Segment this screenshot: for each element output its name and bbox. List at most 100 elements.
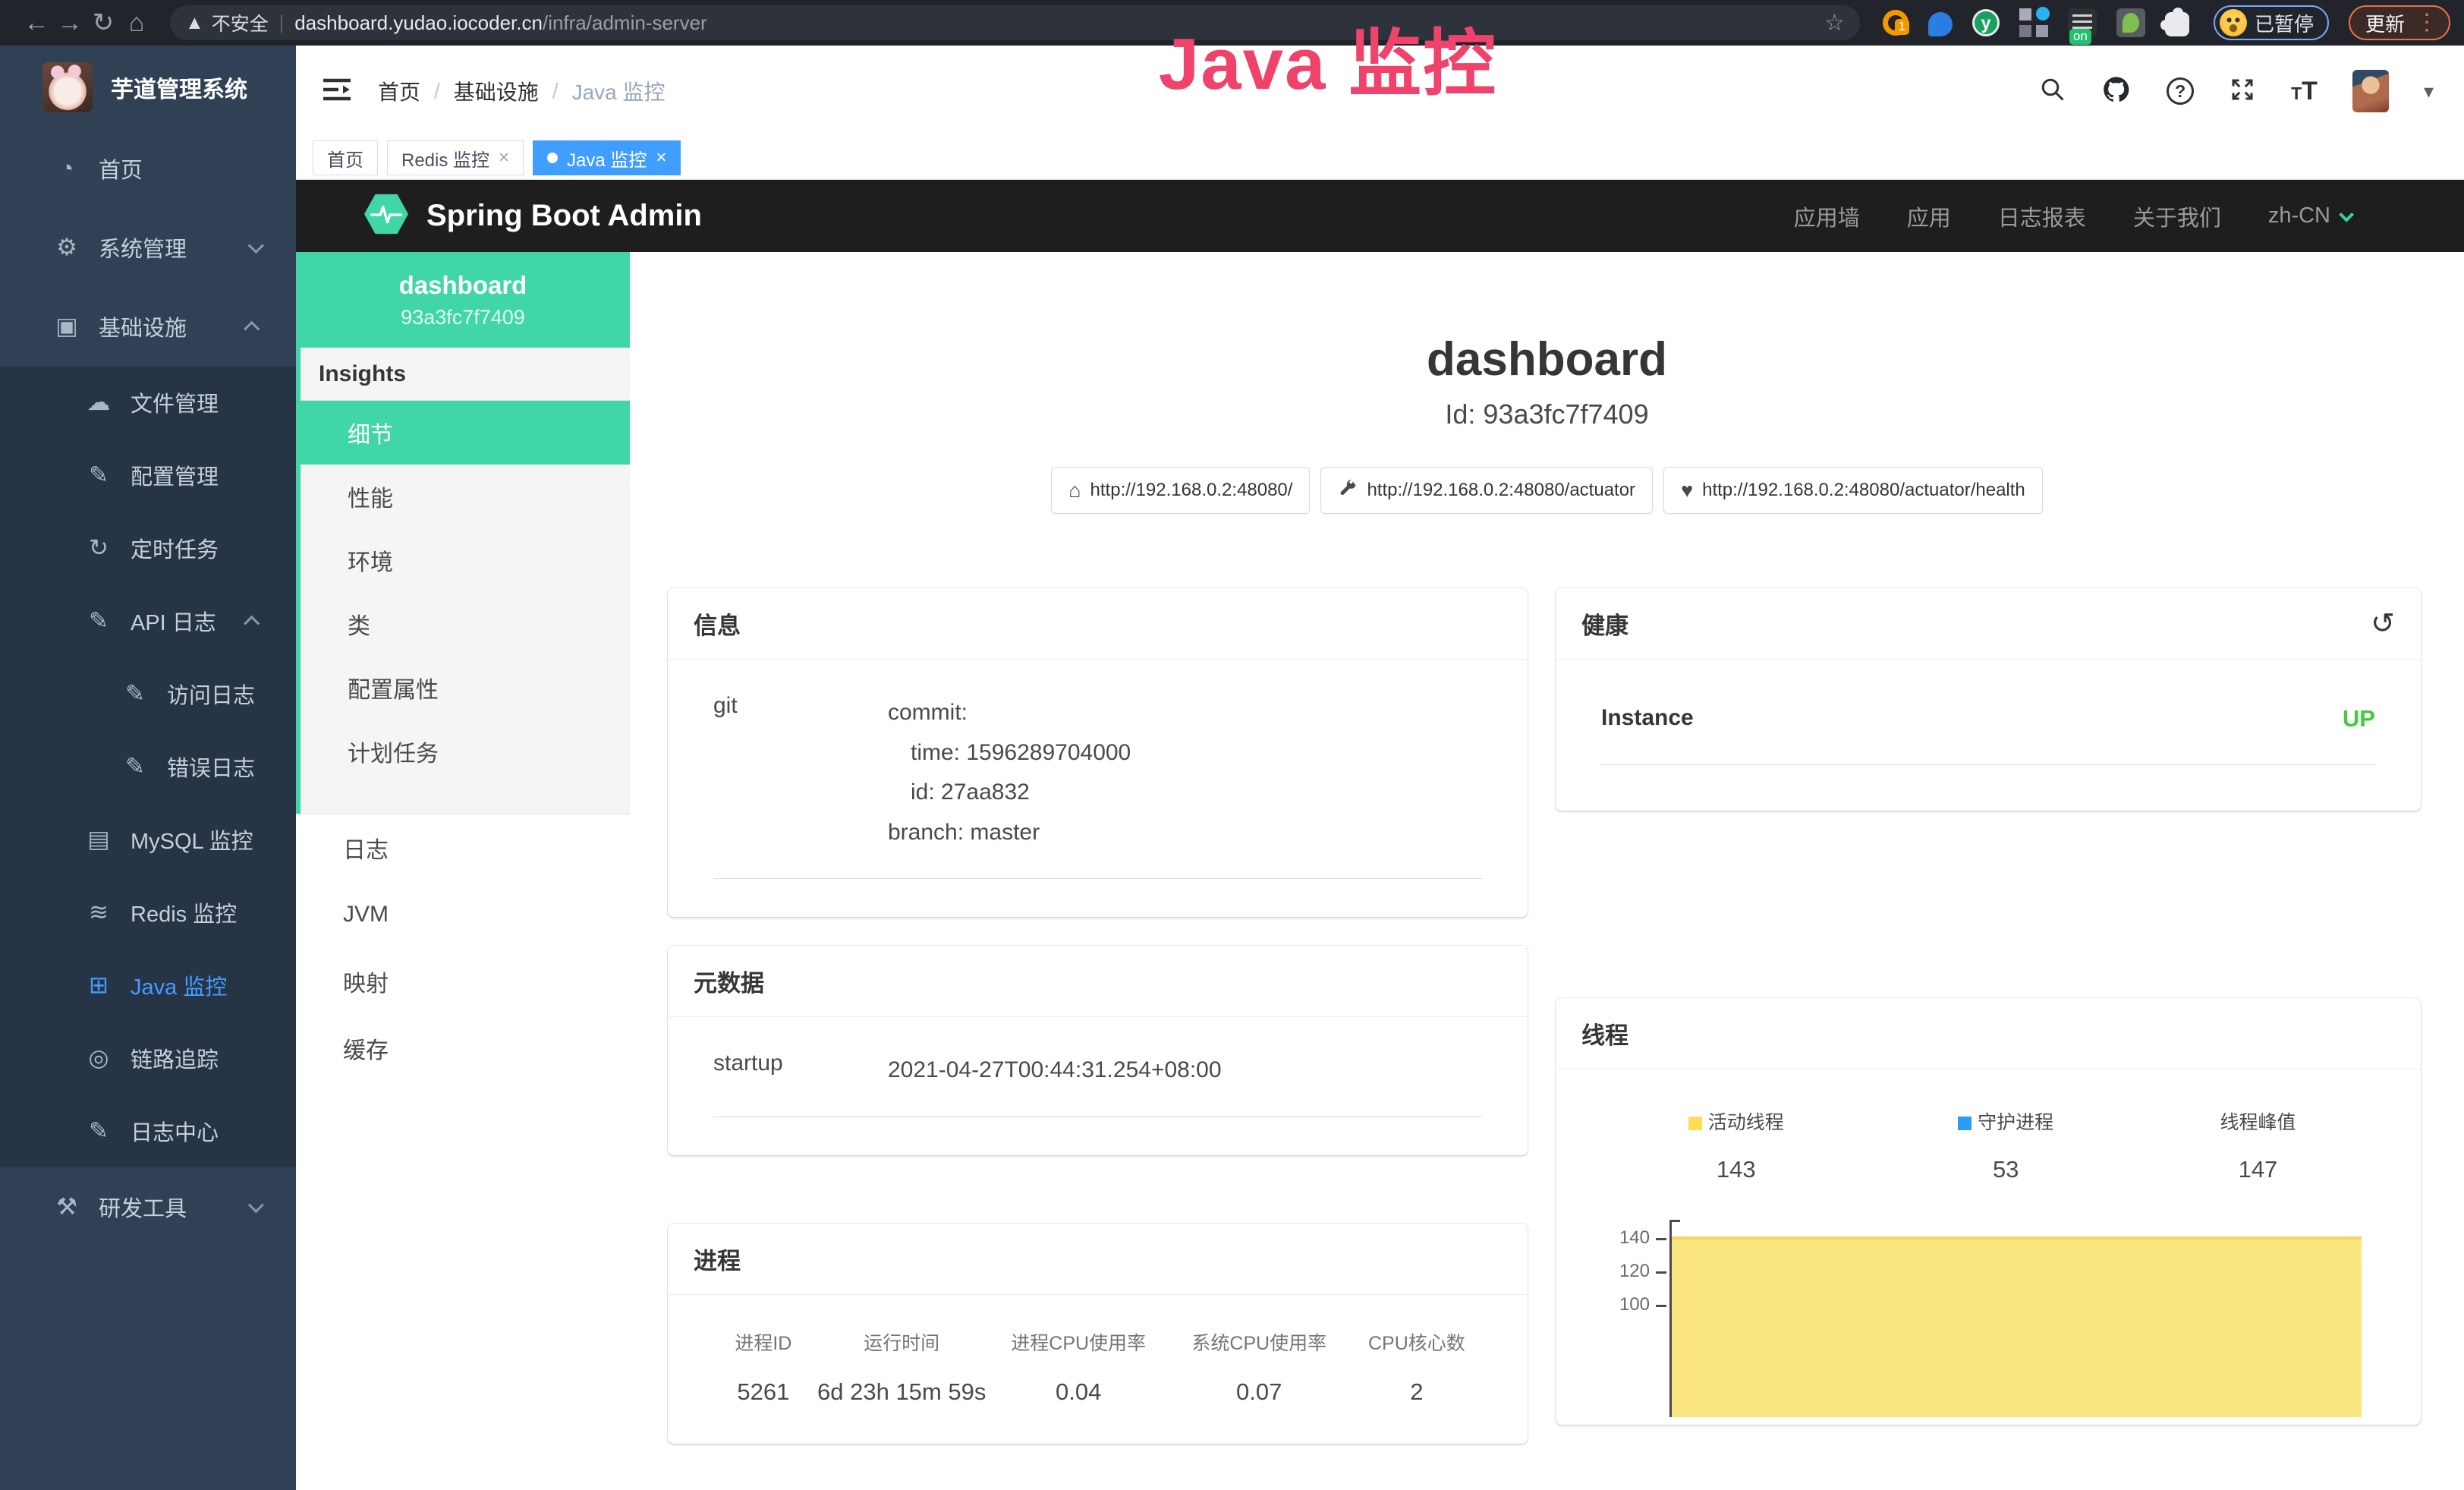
- process-card: 进程 进程ID 运行时间 进程CPU使用率 系统CPU使用率 CPU核心数 52…: [668, 1224, 1528, 1444]
- update-button[interactable]: 更新 ⋮: [2349, 5, 2450, 40]
- sidebar-submenu-infra: ☁ 文件管理 ✎ 配置管理 ↻ 定时任务 ✎ API 日志 ✎ 访问日志 ✎: [0, 366, 296, 1167]
- extension-pin-icon[interactable]: [1928, 12, 1953, 36]
- extension-on-icon[interactable]: [2068, 8, 2097, 37]
- document-icon: ✎: [115, 753, 155, 780]
- sidebar-item-files[interactable]: ☁ 文件管理: [0, 366, 296, 439]
- y-tick-140: 140: [1601, 1227, 1650, 1249]
- sba-sidebar: dashboard 93a3fc7f7409 Insights 细节 性能 环境…: [296, 252, 630, 1490]
- sba-instance-header[interactable]: dashboard 93a3fc7f7409: [296, 252, 630, 348]
- instance-actuator-link[interactable]: http://192.168.0.2:48080/actuator: [1320, 467, 1653, 514]
- extensions-puzzle-icon[interactable]: [2165, 12, 2189, 36]
- extension-orange-icon[interactable]: 1: [1883, 10, 1909, 36]
- reload-icon[interactable]: ↻: [87, 8, 120, 38]
- sba-language-select[interactable]: zh-CN: [2268, 203, 2350, 228]
- sidebar-item-java-monitor[interactable]: ⊞ Java 监控: [0, 949, 296, 1022]
- tag-tabs-bar: 首页 Redis 监控 × Java 监控 ×: [296, 137, 2464, 180]
- instance-id: 93a3fc7f7409: [401, 306, 525, 329]
- tab-redis-monitor[interactable]: Redis 监控 ×: [387, 140, 524, 175]
- sba-nav-scheduled-tasks[interactable]: 计划任务: [301, 720, 630, 783]
- health-key: Instance: [1601, 705, 1776, 732]
- profile-paused-pill[interactable]: 已暂停: [2214, 5, 2329, 40]
- legend-daemon-threads: 守护进程 53: [1871, 1107, 2140, 1183]
- y-tick-100: 100: [1601, 1294, 1650, 1315]
- sba-nav-caches[interactable]: 缓存: [296, 1015, 630, 1082]
- sidebar-item-infra[interactable]: ▣ 基础设施: [0, 287, 296, 366]
- user-menu-caret-icon[interactable]: ▾: [2424, 80, 2434, 103]
- sidebar-item-api-log[interactable]: ✎ API 日志: [0, 584, 296, 657]
- home-icon[interactable]: ⌂: [120, 8, 153, 38]
- sidebar-item-tracing[interactable]: ◎ 链路追踪: [0, 1022, 296, 1095]
- sidebar-item-error-log[interactable]: ✎ 错误日志: [0, 730, 296, 803]
- breadcrumb-home[interactable]: 首页: [378, 76, 420, 106]
- github-icon[interactable]: [2101, 74, 2132, 109]
- sba-frame: Spring Boot Admin 应用墙 应用 日志报表 关于我们 zh-CN: [296, 180, 2464, 1490]
- sba-brand[interactable]: Spring Boot Admin: [363, 192, 702, 240]
- sba-nav-details[interactable]: 细节: [296, 401, 630, 465]
- close-icon[interactable]: ×: [499, 147, 509, 169]
- health-card-title: 健康: [1581, 606, 1629, 641]
- sidebar-item-home[interactable]: ◔ 首页: [0, 129, 296, 208]
- instance-links: ⌂ http://192.168.0.2:48080/ http://192.1…: [630, 467, 2464, 514]
- sba-nav-applications[interactable]: 应用: [1907, 200, 1951, 232]
- document-icon: ✎: [79, 1117, 118, 1145]
- page-title: dashboard: [630, 332, 2464, 386]
- sidebar-item-system[interactable]: ⚙ 系统管理: [0, 208, 296, 287]
- metadata-key: startup: [713, 1051, 888, 1091]
- sba-nav-metrics[interactable]: 性能: [301, 465, 630, 528]
- sidebar-item-mysql[interactable]: ▤ MySQL 监控: [0, 803, 296, 876]
- sba-nav-mappings[interactable]: 映射: [296, 948, 630, 1015]
- app-logo[interactable]: 芋道管理系统: [0, 46, 296, 129]
- sidebar-item-devtools[interactable]: ⚒ 研发工具: [0, 1167, 296, 1246]
- sba-nav-jvm[interactable]: JVM: [296, 881, 630, 948]
- log-icon: ✎: [79, 607, 118, 635]
- sba-nav-wallboard[interactable]: 应用墙: [1794, 200, 1860, 232]
- process-table: 进程ID 运行时间 进程CPU使用率 系统CPU使用率 CPU核心数 5261 …: [713, 1328, 1482, 1406]
- user-avatar[interactable]: [2352, 70, 2389, 112]
- sba-nav-environment[interactable]: 环境: [301, 528, 630, 592]
- address-divider: |: [279, 12, 285, 34]
- document-icon: ✎: [115, 680, 155, 707]
- sidebar-fold-icon[interactable]: [322, 77, 352, 106]
- instance-name: dashboard: [399, 271, 527, 300]
- browser-menu-icon[interactable]: ⋮: [2415, 11, 2438, 34]
- instance-home-link[interactable]: ⌂ http://192.168.0.2:48080/: [1051, 467, 1310, 514]
- sidebar-item-log-center[interactable]: ✎ 日志中心: [0, 1095, 296, 1167]
- legend-peak-threads: 线程峰值 147: [2141, 1107, 2375, 1183]
- extension-y-icon[interactable]: y: [1972, 9, 2000, 36]
- tab-home[interactable]: 首页: [313, 140, 378, 175]
- cards-right-column: 健康 ↺ Instance UP: [1556, 588, 2421, 1425]
- breadcrumb-infra[interactable]: 基础设施: [454, 76, 539, 106]
- sba-nav-configprops[interactable]: 配置属性: [301, 656, 630, 720]
- bookmark-star-icon[interactable]: ☆: [1824, 10, 1845, 36]
- chevron-down-icon: [248, 238, 264, 254]
- sba-nav-journal[interactable]: 日志报表: [1998, 200, 2086, 232]
- extension-leaf-icon[interactable]: [2116, 8, 2145, 37]
- sidebar-item-redis[interactable]: ≋ Redis 监控: [0, 876, 296, 949]
- legend-swatch-yellow: [1688, 1117, 1702, 1130]
- font-size-icon[interactable]: TT: [2291, 77, 2318, 106]
- process-value-proc-cpu: 0.04: [990, 1378, 1167, 1406]
- back-icon[interactable]: ←: [20, 8, 53, 38]
- search-icon[interactable]: [2039, 76, 2066, 107]
- legend-live-threads: 活动线程 143: [1601, 1107, 1871, 1183]
- address-bar[interactable]: ▲ 不安全 | dashboard.yudao.iocoder.cn /infr…: [170, 5, 1860, 40]
- sba-insights-group: Insights 细节 性能 环境 类 配置属性 计划任务: [296, 348, 630, 814]
- security-label[interactable]: 不安全: [212, 9, 269, 36]
- instance-health-link[interactable]: ♥ http://192.168.0.2:48080/actuator/heal…: [1663, 467, 2043, 514]
- help-icon[interactable]: ?: [2167, 77, 2194, 105]
- sba-nav-logs[interactable]: 日志: [296, 814, 630, 881]
- forward-icon[interactable]: →: [53, 8, 87, 38]
- tab-java-monitor[interactable]: Java 监控 ×: [533, 140, 681, 175]
- extension-grid-icon[interactable]: [2019, 8, 2048, 37]
- sba-nav-about[interactable]: 关于我们: [2133, 200, 2221, 232]
- fullscreen-icon[interactable]: [2229, 76, 2256, 107]
- sidebar-item-jobs[interactable]: ↻ 定时任务: [0, 512, 296, 584]
- sidebar-item-config[interactable]: ✎ 配置管理: [0, 439, 296, 512]
- health-status-badge: UP: [2343, 705, 2375, 732]
- close-icon[interactable]: ×: [656, 147, 666, 169]
- sba-nav-classes[interactable]: 类: [301, 592, 630, 656]
- history-icon[interactable]: ↺: [2371, 610, 2395, 638]
- sba-main: dashboard Id: 93a3fc7f7409 ⌂ http://192.…: [630, 252, 2464, 1490]
- sidebar-item-access-log[interactable]: ✎ 访问日志: [0, 657, 296, 730]
- app-logo-image: [42, 62, 93, 112]
